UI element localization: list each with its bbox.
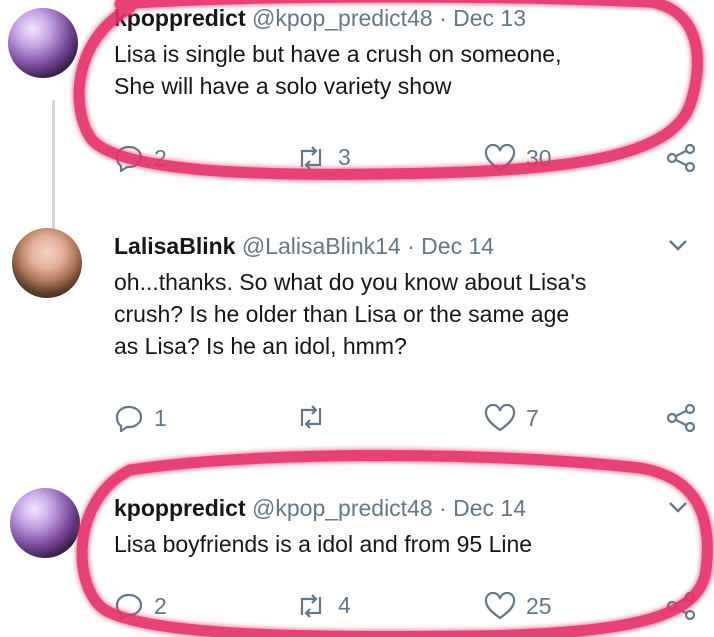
header-separator: ·: [407, 233, 415, 259]
retweet-icon: [300, 593, 322, 618]
avatar-crystal-ball[interactable]: [10, 488, 80, 558]
like-count: 30: [526, 144, 552, 171]
tweet-text: Lisa is single but have a crush on someo…: [114, 38, 694, 102]
like-button[interactable]: 30: [484, 144, 552, 172]
tweet-header: kpoppredict @kpop_predict48 · Dec 13: [114, 4, 694, 32]
tweet-text-line: She will have a solo variety show: [114, 73, 452, 99]
share-icon: [666, 404, 696, 432]
tweet-3: kpoppredict @kpop_predict48 · Dec 14 Lis…: [114, 494, 696, 620]
retweet-count: 4: [338, 592, 351, 618]
reply-icon: [115, 405, 143, 432]
tweet-2: LalisaBlink @LalisaBlink14 · Dec 14 oh..…: [114, 232, 696, 432]
reply-count: 2: [154, 592, 167, 619]
tweet-actions: 2 4 25: [114, 592, 704, 622]
chevron-down-icon[interactable]: [668, 238, 688, 252]
retweet-count: 3: [338, 144, 351, 170]
like-button[interactable]: 25: [484, 592, 552, 620]
user-handle[interactable]: @kpop_predict48: [252, 5, 433, 31]
reply-count: 1: [154, 404, 167, 431]
reply-icon: [115, 145, 143, 172]
tweet-1: kpoppredict @kpop_predict48 · Dec 13 Lis…: [114, 4, 696, 172]
like-count: 25: [526, 592, 552, 619]
heart-icon: [484, 144, 516, 172]
display-name[interactable]: kpoppredict: [114, 495, 246, 521]
share-icon: [666, 592, 696, 620]
header-separator: ·: [439, 5, 447, 31]
tweet-actions: 1 7: [114, 404, 704, 434]
reply-icon: [115, 593, 143, 620]
like-button[interactable]: 7: [484, 404, 539, 432]
share-button[interactable]: [666, 404, 714, 432]
reply-count: 2: [154, 144, 167, 171]
reply-button[interactable]: 2: [114, 592, 167, 620]
tweet-date[interactable]: Dec 13: [453, 5, 526, 31]
avatar-user[interactable]: [12, 228, 82, 298]
heart-icon: [484, 592, 516, 620]
tweet-header: kpoppredict @kpop_predict48 · Dec 14: [114, 494, 694, 522]
display-name[interactable]: LalisaBlink: [114, 233, 235, 259]
heart-icon: [484, 404, 516, 432]
reply-button[interactable]: 1: [114, 404, 167, 432]
retweet-icon: [300, 145, 322, 170]
tweet-text: Lisa boyfriends is a idol and from 95 Li…: [114, 528, 694, 560]
tweet-header: LalisaBlink @LalisaBlink14 · Dec 14: [114, 232, 694, 260]
tweet-date[interactable]: Dec 14: [453, 495, 526, 521]
retweet-button[interactable]: 4: [294, 592, 351, 619]
tweet-actions: 2 3 30: [114, 144, 704, 174]
tweet-text-line: Lisa boyfriends is a idol and from 95 Li…: [114, 531, 533, 557]
retweet-button[interactable]: [294, 404, 338, 430]
tweet-text-line: oh...thanks. So what do you know about L…: [114, 269, 587, 295]
like-count: 7: [526, 404, 539, 431]
tweet-text-line: crush? Is he older than Lisa or the same…: [114, 301, 570, 327]
tweet-thread-screenshot: kpoppredict @kpop_predict48 · Dec 13 Lis…: [0, 0, 714, 637]
retweet-icon: [300, 405, 322, 429]
tweet-text-line: Lisa is single but have a crush on someo…: [114, 41, 562, 67]
tweet-text: oh...thanks. So what do you know about L…: [114, 266, 694, 362]
tweet-date[interactable]: Dec 14: [421, 233, 494, 259]
share-button[interactable]: [666, 592, 714, 620]
header-separator: ·: [439, 495, 447, 521]
avatar-crystal-ball[interactable]: [8, 8, 78, 78]
tweet-text-line: as Lisa? Is he an idol, hmm?: [114, 333, 407, 359]
user-handle[interactable]: @kpop_predict48: [252, 495, 433, 521]
chevron-down-icon[interactable]: [668, 500, 688, 514]
share-icon: [666, 144, 696, 172]
retweet-button[interactable]: 3: [294, 144, 351, 171]
user-handle[interactable]: @LalisaBlink14: [242, 233, 401, 259]
share-button[interactable]: [666, 144, 714, 172]
reply-button[interactable]: 2: [114, 144, 167, 172]
display-name[interactable]: kpoppredict: [114, 5, 246, 31]
